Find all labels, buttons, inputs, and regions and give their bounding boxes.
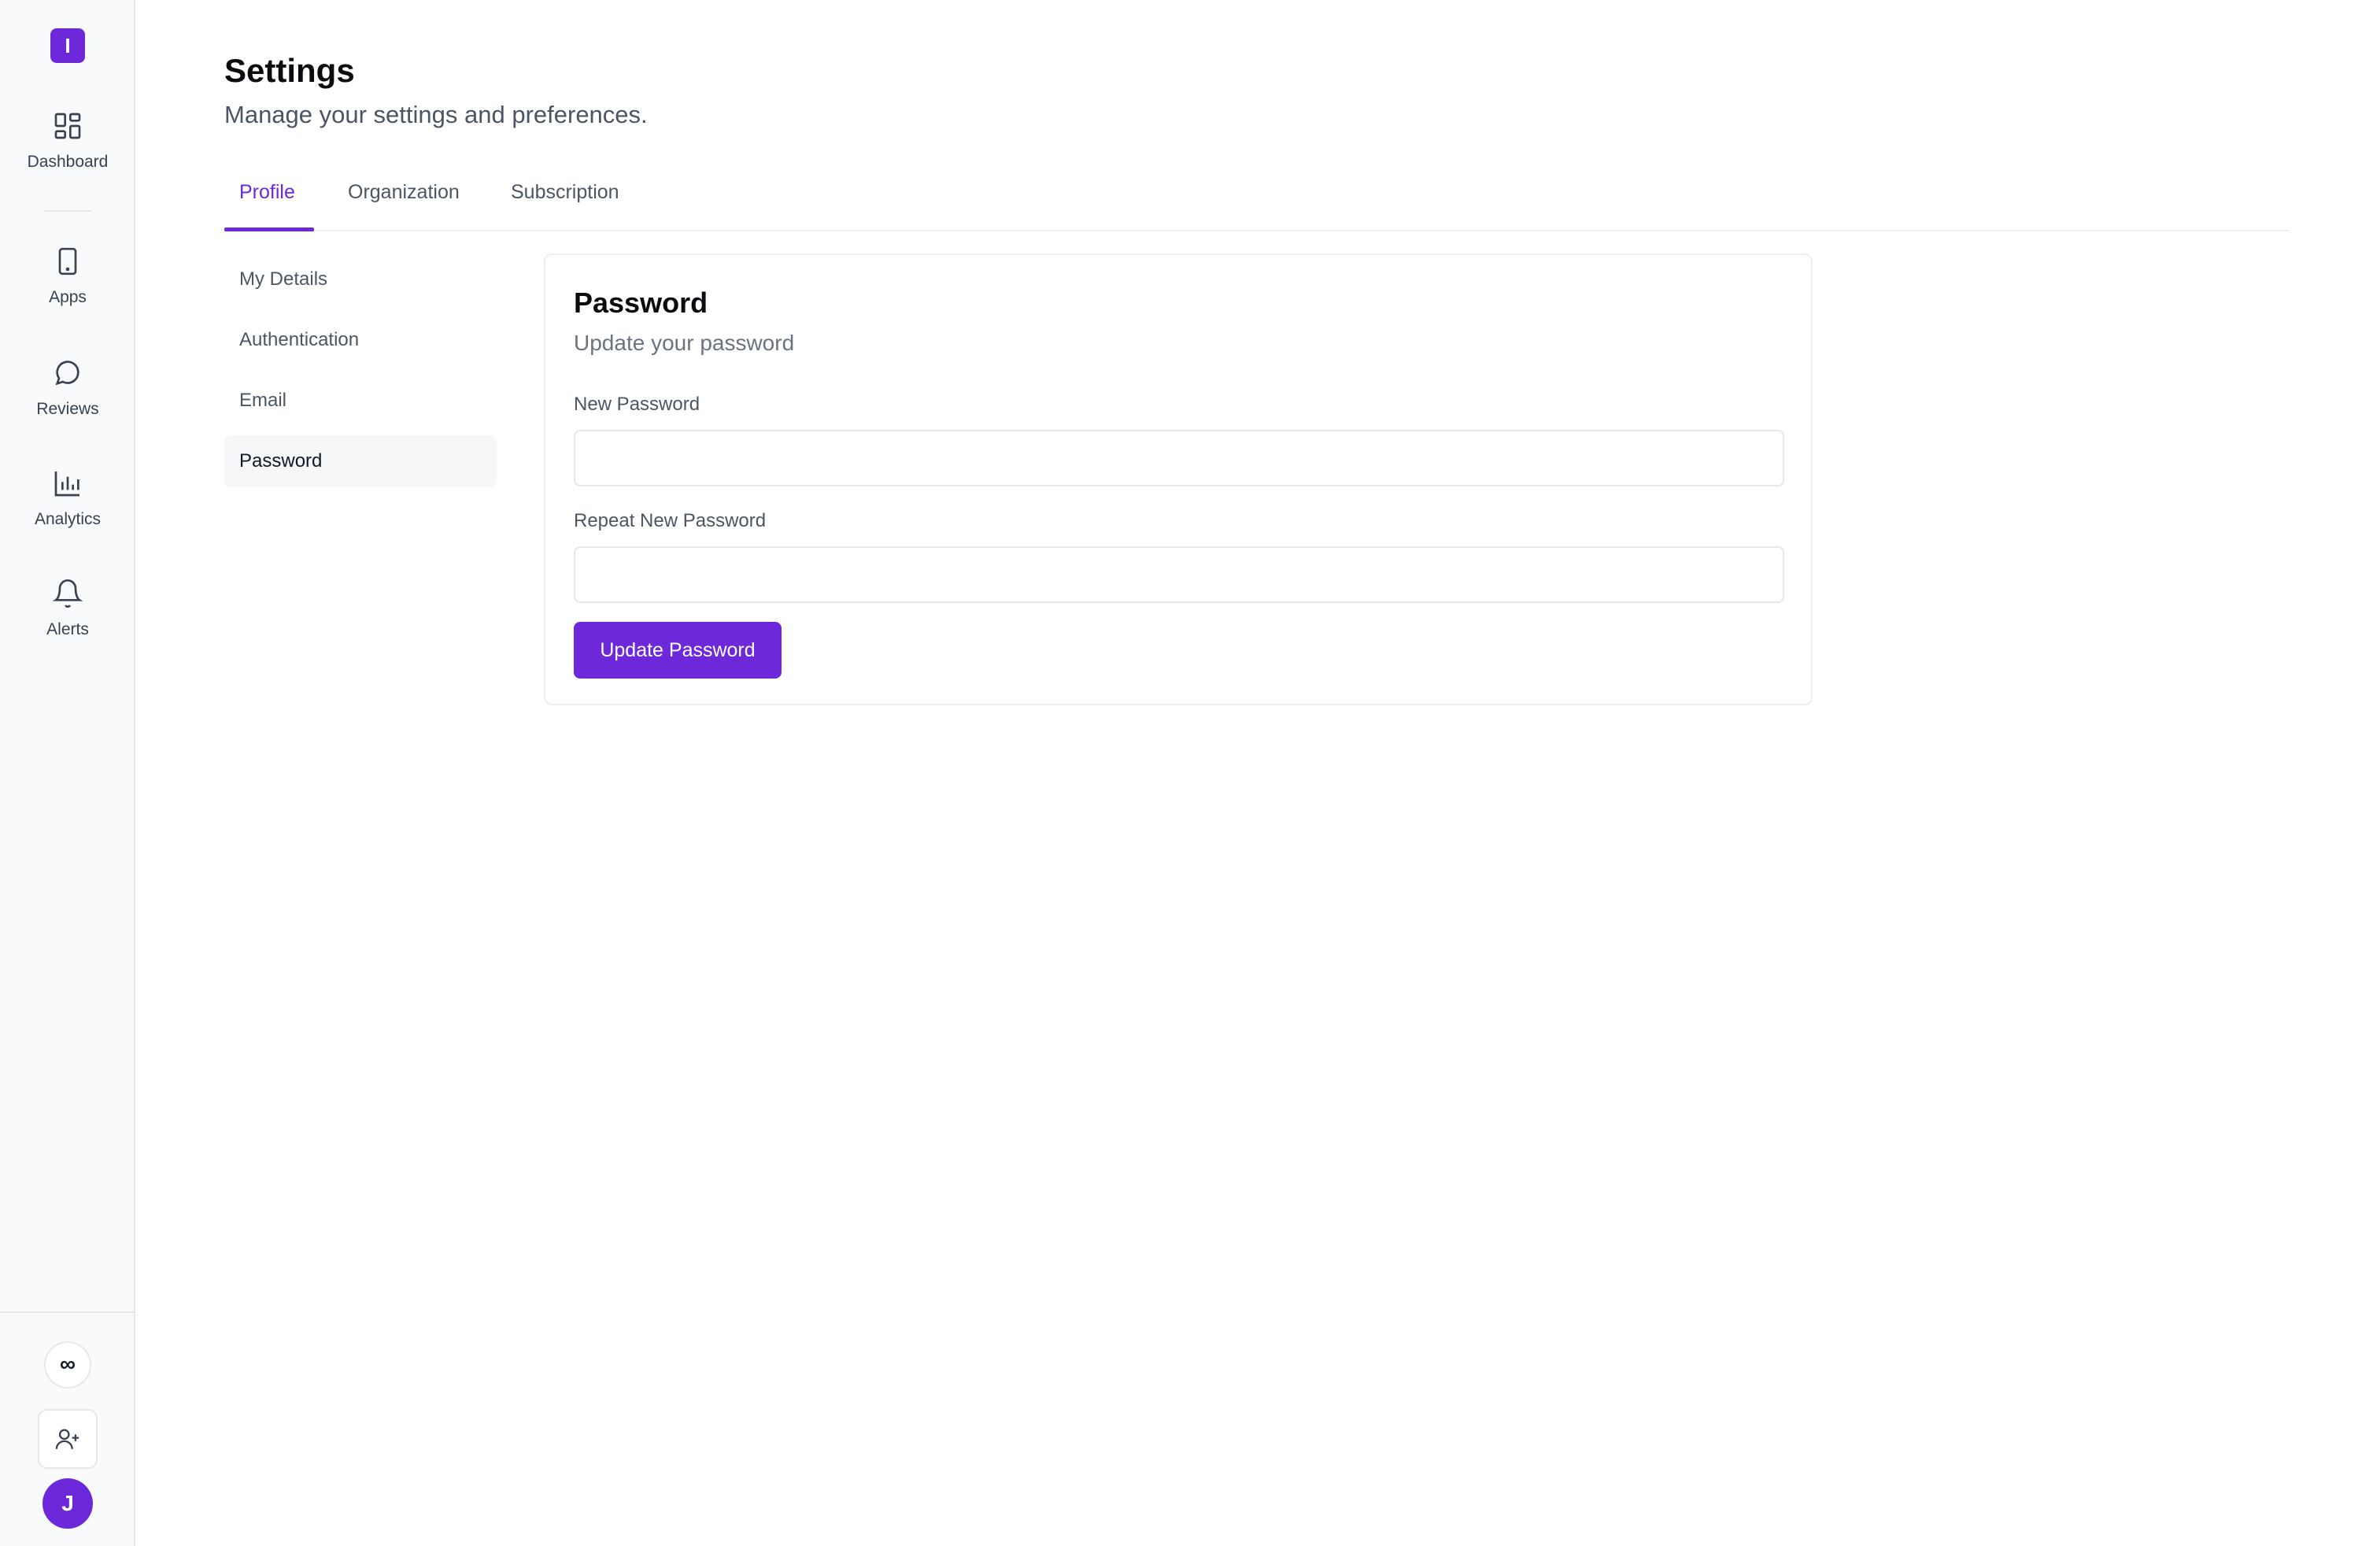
tab-label: Organization: [348, 181, 460, 203]
tablet-icon: [58, 247, 77, 276]
app-logo[interactable]: I: [50, 28, 85, 63]
dashboard-grid-icon: [54, 113, 81, 139]
tab-profile[interactable]: Profile: [239, 172, 295, 231]
update-password-button[interactable]: Update Password: [574, 622, 782, 679]
settings-tabs: Profile Organization Subscription: [224, 172, 2289, 231]
active-tab-indicator: [224, 227, 314, 231]
subnav-item-email[interactable]: Email: [224, 375, 497, 427]
page-title: Settings: [224, 52, 355, 89]
sidebar: I Dashboard Apps Reviews Analytics Alert…: [0, 0, 135, 1546]
subnav-item-password[interactable]: Password: [224, 435, 497, 487]
sidebar-item-label: Dashboard: [27, 153, 109, 171]
new-password-input[interactable]: [574, 430, 1784, 486]
sidebar-item-dashboard[interactable]: Dashboard: [0, 110, 135, 172]
new-password-label: New Password: [574, 394, 700, 415]
sidebar-item-label: Reviews: [36, 400, 99, 418]
tab-label: Subscription: [511, 181, 619, 203]
add-user-button[interactable]: [38, 1409, 98, 1469]
chat-bubble-icon: [55, 361, 79, 386]
sidebar-item-alerts[interactable]: Alerts: [0, 578, 135, 639]
infinity-button[interactable]: ∞: [44, 1341, 91, 1389]
tab-organization[interactable]: Organization: [348, 172, 460, 231]
password-card: Password Update your password New Passwo…: [544, 253, 1813, 705]
user-avatar[interactable]: J: [42, 1478, 93, 1529]
sidebar-item-reviews[interactable]: Reviews: [0, 357, 135, 419]
sidebar-bottom-divider: [0, 1311, 135, 1313]
subnav-item-authentication[interactable]: Authentication: [224, 314, 497, 366]
sidebar-item-label: Analytics: [34, 510, 102, 528]
sidebar-item-analytics[interactable]: Analytics: [0, 468, 135, 529]
repeat-password-label: Repeat New Password: [574, 510, 767, 531]
sidebar-divider: [44, 210, 91, 212]
page-subtitle: Manage your settings and preferences.: [224, 101, 648, 128]
subnav-item-my-details[interactable]: My Details: [224, 253, 497, 305]
sidebar-item-apps[interactable]: Apps: [0, 246, 135, 307]
repeat-password-input[interactable]: [574, 546, 1784, 603]
sidebar-item-label: Apps: [49, 288, 87, 306]
card-subtitle: Update your password: [574, 331, 795, 355]
user-plus-icon: [55, 1429, 79, 1449]
tab-label: Profile: [239, 181, 295, 203]
sidebar-item-label: Alerts: [46, 620, 89, 638]
bell-icon: [52, 579, 83, 608]
card-title: Password: [574, 287, 708, 319]
tab-subscription[interactable]: Subscription: [511, 172, 619, 231]
bar-chart-icon: [54, 472, 79, 497]
